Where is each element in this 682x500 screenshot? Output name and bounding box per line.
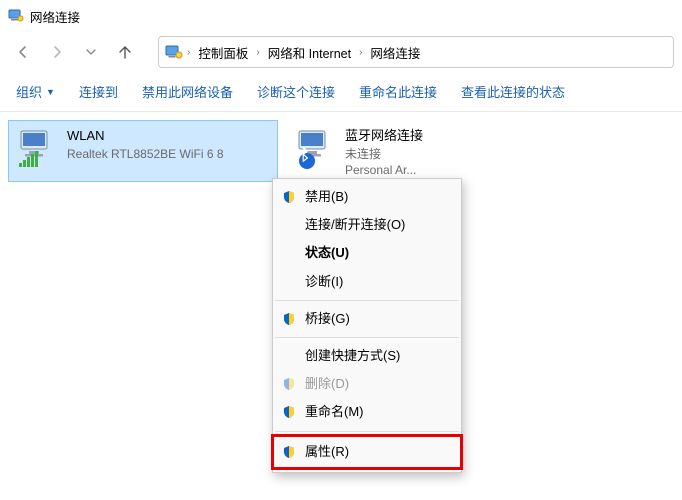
shield-icon (281, 404, 297, 420)
adapter-name: 蓝牙网络连接 (345, 127, 423, 145)
breadcrumb-sep-icon: › (256, 47, 259, 58)
shield-icon (281, 189, 297, 205)
adapter-name: WLAN (67, 127, 224, 145)
connect-to-button[interactable]: 连接到 (79, 82, 118, 101)
menu-disable[interactable]: 禁用(B) (273, 183, 461, 211)
menu-bridge[interactable]: 桥接(G) (273, 305, 461, 333)
menu-label: 重命名(M) (305, 403, 364, 421)
menu-label: 诊断(I) (305, 273, 343, 291)
breadcrumb-root-icon (165, 42, 183, 63)
menu-create-shortcut[interactable]: 创建快捷方式(S) (273, 342, 461, 370)
menu-separator (275, 431, 459, 432)
diagnose-button[interactable]: 诊断这个连接 (257, 82, 335, 101)
view-status-button[interactable]: 查看此连接的状态 (461, 82, 565, 101)
command-bar: 组织 ▼ 连接到 禁用此网络设备 诊断这个连接 重命名此连接 查看此连接的状态 (0, 72, 682, 112)
blank-icon (281, 217, 297, 233)
menu-rename[interactable]: 重命名(M) (273, 398, 461, 426)
adapter-context-menu: 禁用(B) 连接/断开连接(O) 状态(U) 诊断(I) 桥接(G) 创建快捷方… (272, 178, 462, 473)
organize-label: 组织 (16, 82, 42, 101)
chevron-down-icon: ▼ (46, 87, 55, 97)
adapter-status: 未连接 (345, 146, 423, 162)
menu-connect-disconnect[interactable]: 连接/断开连接(O) (273, 211, 461, 239)
bluetooth-adapter-icon (293, 127, 337, 171)
blank-icon (281, 348, 297, 364)
adapter-item-bluetooth[interactable]: 蓝牙网络连接 未连接 Personal Ar... (286, 120, 556, 182)
window-title: 网络连接 (30, 7, 80, 26)
adapter-device: Realtek RTL8852BE WiFi 6 8 (67, 146, 224, 162)
window-icon (8, 7, 24, 26)
menu-separator (275, 337, 459, 338)
back-button[interactable] (8, 37, 38, 67)
menu-label: 属性(R) (305, 443, 349, 461)
organize-menu[interactable]: 组织 ▼ (16, 82, 55, 101)
menu-properties[interactable]: 属性(R) (273, 436, 461, 468)
menu-delete: 删除(D) (273, 370, 461, 398)
breadcrumb-sep-icon: › (187, 47, 190, 58)
menu-status[interactable]: 状态(U) (273, 239, 461, 267)
breadcrumb-network-internet[interactable]: 网络和 Internet (264, 41, 355, 64)
blank-icon (281, 274, 297, 290)
forward-button[interactable] (42, 37, 72, 67)
disable-device-button[interactable]: 禁用此网络设备 (142, 82, 233, 101)
menu-diagnose[interactable]: 诊断(I) (273, 268, 461, 296)
breadcrumb-network-connections[interactable]: 网络连接 (366, 41, 424, 64)
breadcrumb-sep-icon: › (359, 47, 362, 58)
menu-label: 禁用(B) (305, 188, 348, 206)
blank-icon (281, 245, 297, 261)
breadcrumb[interactable]: › 控制面板 › 网络和 Internet › 网络连接 (158, 36, 674, 68)
menu-label: 连接/断开连接(O) (305, 216, 405, 234)
menu-label: 状态(U) (305, 244, 349, 262)
menu-label: 桥接(G) (305, 310, 350, 328)
up-button[interactable] (110, 37, 140, 67)
adapter-item-wlan[interactable]: WLAN Realtek RTL8852BE WiFi 6 8 (8, 120, 278, 182)
breadcrumb-control-panel[interactable]: 控制面板 (194, 41, 252, 64)
recent-dropdown[interactable] (76, 37, 106, 67)
rename-button[interactable]: 重命名此连接 (359, 82, 437, 101)
adapter-device: Personal Ar... (345, 162, 423, 178)
shield-icon (281, 376, 297, 392)
menu-label: 创建快捷方式(S) (305, 347, 400, 365)
menu-label: 删除(D) (305, 375, 349, 393)
shield-icon (281, 311, 297, 327)
menu-separator (275, 300, 459, 301)
wifi-adapter-icon (15, 127, 59, 171)
shield-icon (281, 444, 297, 460)
